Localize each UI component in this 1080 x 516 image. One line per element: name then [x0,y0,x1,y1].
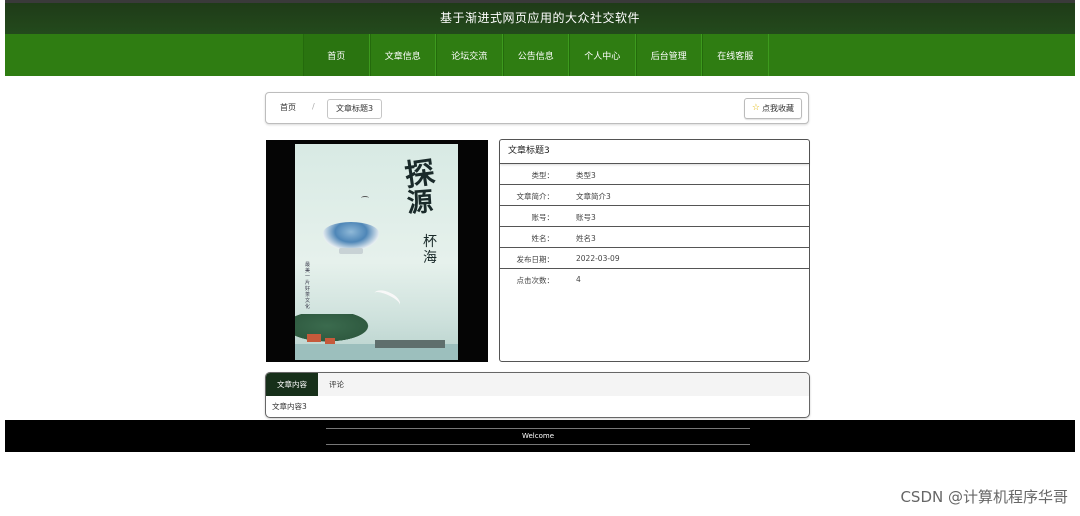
detail-row-publish-date: 发布日期： 2022-03-09 [500,248,809,269]
detail-row-type: 类型： 类型3 [500,164,809,185]
detail-row-summary: 文章简介： 文章简介3 [500,185,809,206]
detail-label: 点击次数： [516,276,555,285]
detail-label: 账号： [531,213,555,222]
detail-row-name: 姓名： 姓名3 [500,227,809,248]
breadcrumb-separator: / [312,102,315,111]
detail-value: 姓名3 [576,234,596,243]
teacup-base-shape [339,248,363,254]
cover-vertical-text: 最美一片好茶文化 [305,262,311,310]
main-nav: 首页 文章信息 论坛交流 公告信息 个人中心 后台管理 在线客服 [5,34,1075,76]
star-icon: ☆ [751,103,760,113]
detail-row-click-count: 点击次数： 4 [500,269,809,290]
detail-value: 账号3 [576,213,596,222]
small-bird-shape [361,196,369,200]
detail-label: 姓名： [531,234,555,243]
detail-value: 4 [576,275,581,284]
detail-label: 发布日期： [516,255,555,264]
detail-value: 2022-03-09 [576,254,620,263]
buildings-shape [375,340,445,348]
roof-shape [307,334,321,342]
nav-item-personal-center[interactable]: 个人中心 [569,34,636,76]
footer: Welcome [5,420,1075,452]
detail-label: 类型： [531,171,555,180]
gull-shape [371,286,403,312]
detail-value: 类型3 [576,171,596,180]
nav-item-online-service[interactable]: 在线客服 [702,34,769,76]
detail-label: 文章简介： [516,192,555,201]
page: 基于渐进式网页应用的大众社交软件 首页 文章信息 论坛交流 公告信息 个人中心 … [0,0,1080,516]
cover-artwork: 探 源 杯 海 最美一片好茶文化 [295,144,458,360]
nav-item-articles[interactable]: 文章信息 [369,34,436,76]
article-detail-card: 文章标题3 类型： 类型3 文章简介： 文章简介3 账号： 账号3 姓名： 姓名… [499,139,810,362]
breadcrumb-home[interactable]: 首页 [280,102,296,113]
cover-subtitle-1: 杯 [423,234,437,250]
tab-comments[interactable]: 评论 [318,373,355,396]
footer-divider [326,444,750,445]
site-header: 基于渐进式网页应用的大众社交软件 [5,0,1075,34]
article-cover-image: 探 源 杯 海 最美一片好茶文化 [266,140,488,362]
tab-bar: 文章内容 评论 [266,373,809,396]
favorite-button-label: 点我收藏 [762,104,794,113]
teacup-shape [323,222,379,250]
tab-article-content[interactable]: 文章内容 [266,373,318,396]
favorite-button[interactable]: ☆ 点我收藏 [743,98,802,119]
cover-calligraphy-2: 源 [405,187,435,219]
cover-subtitle-2: 海 [423,250,437,266]
nav-item-admin[interactable]: 后台管理 [635,34,702,76]
nav-item-home[interactable]: 首页 [303,34,370,76]
breadcrumb: 首页 / 文章标题3 ☆ 点我收藏 [265,92,809,124]
detail-value: 文章简介3 [576,192,611,201]
breadcrumb-current: 文章标题3 [327,99,383,119]
footer-welcome: Welcome [521,432,555,440]
footer-divider [326,428,750,429]
detail-row-account: 账号： 账号3 [500,206,809,227]
nav-item-announcements[interactable]: 公告信息 [502,34,569,76]
site-title: 基于渐进式网页应用的大众社交软件 [439,10,640,25]
watermark: CSDN @计算机程序华哥 [900,488,1068,506]
article-title: 文章标题3 [500,140,809,164]
nav-item-forum[interactable]: 论坛交流 [436,34,503,76]
article-content-text: 文章内容3 [272,402,307,411]
content-tabs: 文章内容 评论 文章内容3 [265,372,810,418]
